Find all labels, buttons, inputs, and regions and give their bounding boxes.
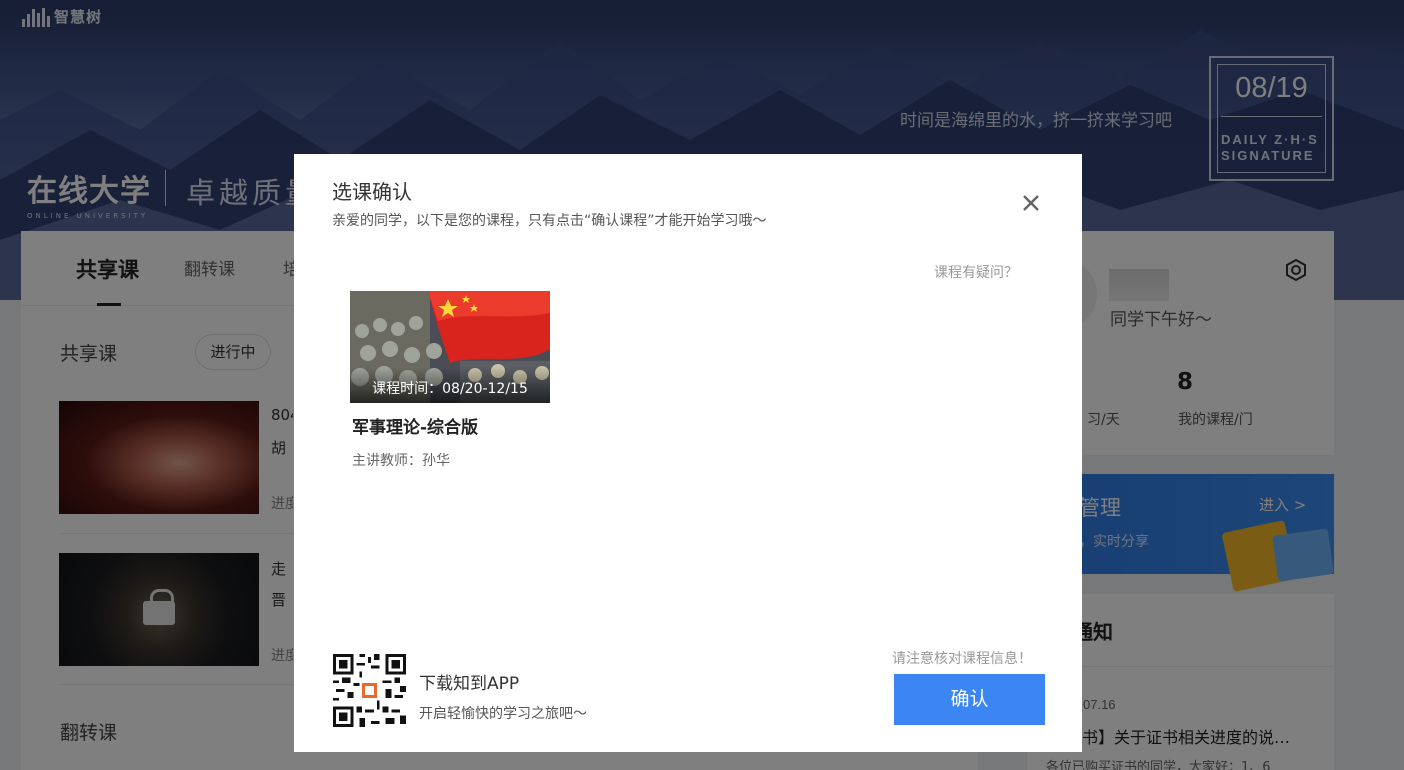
close-icon[interactable] <box>1020 192 1042 214</box>
dialog-title: 选课确认 <box>332 180 412 204</box>
course-cover-image: 课程时间：08/20-12/15 <box>350 291 550 403</box>
app-qr-code <box>333 654 406 727</box>
course-question-link[interactable]: 课程有疑问？ <box>934 262 1018 282</box>
course-time: 课程时间：08/20-12/15 <box>350 367 550 403</box>
course-teacher: 主讲教师：孙华 <box>352 453 450 469</box>
course-name: 军事理论-综合版 <box>352 418 479 438</box>
dialog-subtitle: 亲爱的同学，以下是您的课程，只有点击“确认课程”才能开始学习哦～ <box>332 213 767 229</box>
download-app-title: 下载知到APP <box>419 674 520 694</box>
course-confirm-dialog: 选课确认 亲爱的同学，以下是您的课程，只有点击“确认课程”才能开始学习哦～ 课程… <box>294 154 1082 752</box>
confirm-button[interactable]: 确认 <box>894 674 1045 725</box>
verify-course-tip: 请注意核对课程信息！ <box>892 651 1032 667</box>
download-app-subtitle: 开启轻愉快的学习之旅吧～ <box>419 706 587 722</box>
selected-course-card[interactable]: 课程时间：08/20-12/15 军事理论-综合版 主讲教师：孙华 <box>350 291 550 470</box>
